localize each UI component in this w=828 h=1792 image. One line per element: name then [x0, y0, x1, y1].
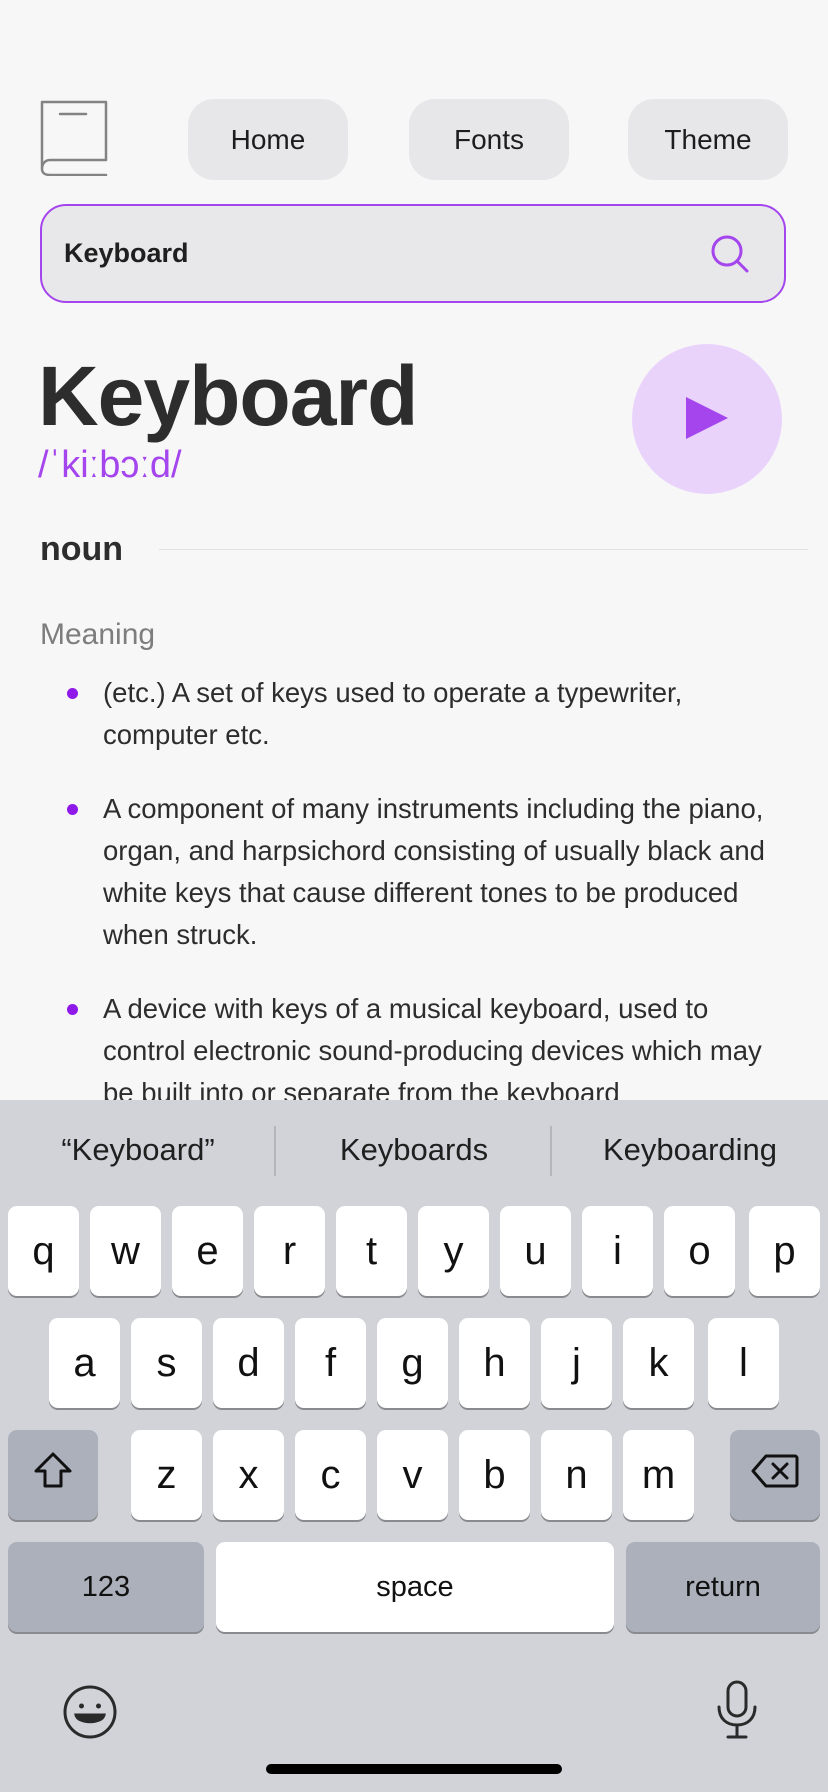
- key-s[interactable]: s: [131, 1318, 202, 1408]
- key-y[interactable]: y: [418, 1206, 489, 1296]
- delete-key[interactable]: [730, 1430, 820, 1520]
- key-i[interactable]: i: [582, 1206, 653, 1296]
- definition-list: (etc.) A set of keys used to operate a t…: [40, 672, 780, 1146]
- suggestion-3[interactable]: Keyboarding: [552, 1100, 828, 1200]
- key-r[interactable]: r: [254, 1206, 325, 1296]
- search-input[interactable]: [64, 238, 710, 269]
- book-logo-icon[interactable]: [40, 100, 108, 177]
- home-button[interactable]: Home: [188, 99, 348, 180]
- on-screen-keyboard: “Keyboard” Keyboards Keyboarding q w e r…: [0, 1100, 828, 1792]
- part-of-speech-row: noun: [40, 530, 808, 569]
- suggestion-2[interactable]: Keyboards: [276, 1100, 552, 1200]
- key-a[interactable]: a: [49, 1318, 120, 1408]
- key-j[interactable]: j: [541, 1318, 612, 1408]
- key-q[interactable]: q: [8, 1206, 79, 1296]
- word-title: Keyboard: [38, 349, 418, 443]
- key-l[interactable]: l: [708, 1318, 779, 1408]
- key-p[interactable]: p: [749, 1206, 820, 1296]
- suggestion-bar: “Keyboard” Keyboards Keyboarding: [0, 1100, 828, 1200]
- key-n[interactable]: n: [541, 1430, 612, 1520]
- play-icon: [684, 395, 730, 444]
- divider: [159, 549, 808, 550]
- search-icon[interactable]: [710, 234, 750, 274]
- key-o[interactable]: o: [664, 1206, 735, 1296]
- key-x[interactable]: x: [213, 1430, 284, 1520]
- home-indicator[interactable]: [266, 1764, 562, 1774]
- definition-item: (etc.) A set of keys used to operate a t…: [40, 672, 780, 756]
- microphone-icon[interactable]: [716, 1680, 758, 1745]
- shift-icon: [33, 1451, 73, 1499]
- key-t[interactable]: t: [336, 1206, 407, 1296]
- key-d[interactable]: d: [213, 1318, 284, 1408]
- definition-item: A component of many instruments includin…: [40, 788, 780, 956]
- space-key[interactable]: space: [216, 1542, 614, 1632]
- key-k[interactable]: k: [623, 1318, 694, 1408]
- fonts-button[interactable]: Fonts: [409, 99, 569, 180]
- return-key[interactable]: return: [626, 1542, 820, 1632]
- key-b[interactable]: b: [459, 1430, 530, 1520]
- key-m[interactable]: m: [623, 1430, 694, 1520]
- definition-item: A device with keys of a musical keyboard…: [40, 988, 780, 1114]
- suggestion-1[interactable]: “Keyboard”: [0, 1100, 276, 1200]
- key-w[interactable]: w: [90, 1206, 161, 1296]
- phonetic-text: /ˈkiːbɔːd/: [38, 444, 182, 486]
- theme-button[interactable]: Theme: [628, 99, 788, 180]
- delete-icon: [751, 1453, 799, 1498]
- shift-key[interactable]: [8, 1430, 98, 1520]
- key-z[interactable]: z: [131, 1430, 202, 1520]
- search-bar: [40, 204, 786, 303]
- meaning-label: Meaning: [40, 618, 156, 651]
- key-h[interactable]: h: [459, 1318, 530, 1408]
- numbers-key[interactable]: 123: [8, 1542, 204, 1632]
- key-f[interactable]: f: [295, 1318, 366, 1408]
- key-g[interactable]: g: [377, 1318, 448, 1408]
- key-e[interactable]: e: [172, 1206, 243, 1296]
- key-c[interactable]: c: [295, 1430, 366, 1520]
- key-v[interactable]: v: [377, 1430, 448, 1520]
- key-u[interactable]: u: [500, 1206, 571, 1296]
- emoji-icon[interactable]: [62, 1684, 118, 1745]
- play-pronunciation-button[interactable]: [632, 344, 782, 494]
- part-of-speech: noun: [40, 530, 124, 568]
